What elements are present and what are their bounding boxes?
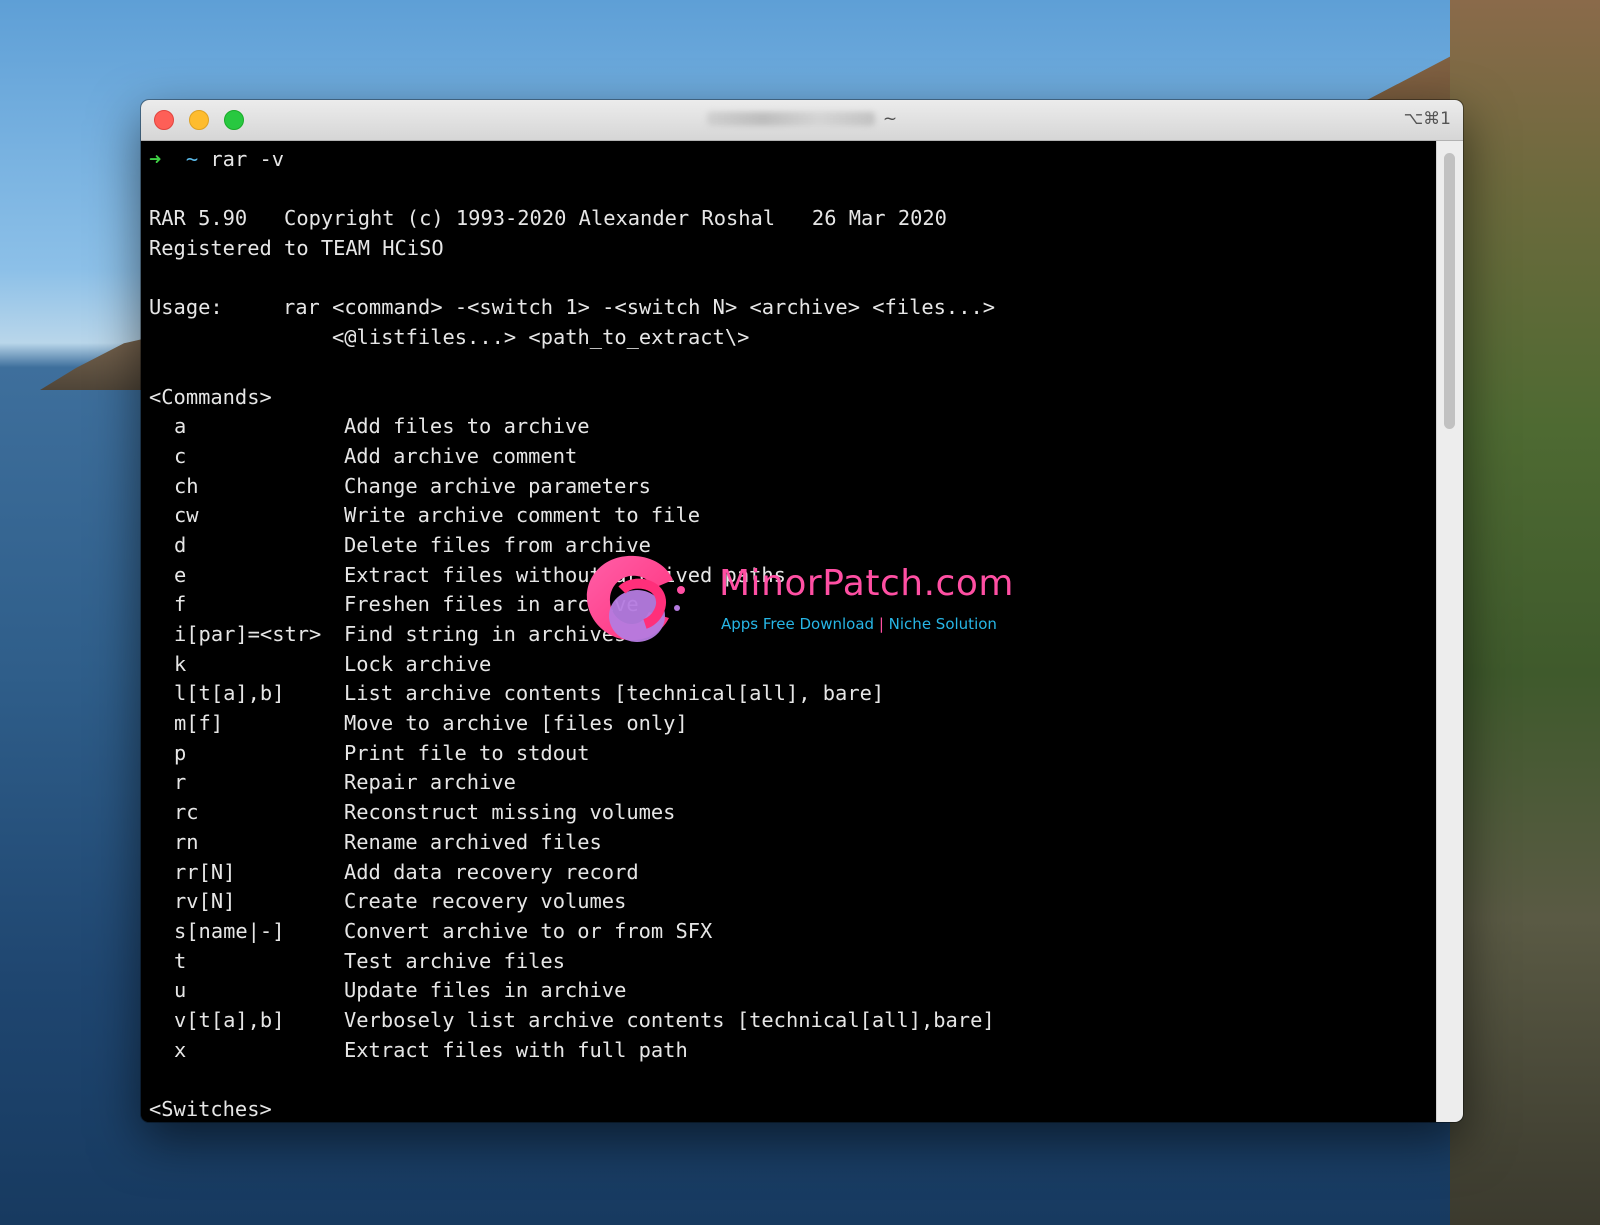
command-row: i[par]=<str> Find string in archives — [149, 620, 1437, 650]
command-row: u Update files in archive — [149, 976, 1437, 1006]
command-row: s[name|-] Convert archive to or from SFX — [149, 917, 1437, 947]
command-key: ch — [174, 473, 199, 498]
scrollbar-thumb[interactable] — [1444, 153, 1455, 429]
command-description: Add archive comment — [344, 443, 578, 468]
command-key: rn — [174, 829, 199, 854]
command-row: v[t[a],b] Verbosely list archive contents… — [149, 1006, 1437, 1036]
command-description: Delete files from archive — [344, 532, 651, 557]
command-row: p Print file to stdout — [149, 739, 1437, 769]
prompt-command: rar -v — [210, 147, 285, 171]
command-key: t — [174, 948, 187, 973]
usage-line: Usage: rar <command> -<switch 1> -<switch… — [149, 293, 1437, 323]
commands-heading: <Commands> — [149, 384, 272, 409]
command-key: rr[N] — [174, 859, 236, 884]
command-row: m[f] Move to archive [files only] — [149, 709, 1437, 739]
command-key: s[name|-] — [174, 918, 285, 943]
command-row: rn Rename archived files — [149, 828, 1437, 858]
command-key: x — [174, 1037, 187, 1062]
command-key: d — [174, 532, 187, 557]
commands-list: a Add files to archive c Add archive commen… — [149, 412, 1437, 1065]
usage-label: Usage: — [149, 295, 223, 320]
version-line: RAR 5.90 Copyright (c) 1993-2020 Alexand… — [149, 206, 947, 231]
command-row: d Delete files from archive — [149, 531, 1437, 561]
command-row: c Add archive comment — [149, 442, 1437, 472]
terminal-window: ~ ⌥⌘1 ➜ ~ rar -v RAR 5.90 Copyright (c) … — [141, 100, 1463, 1122]
command-row: k Lock archive — [149, 650, 1437, 680]
command-row: a Add files to archive — [149, 412, 1437, 442]
command-description: Add data recovery record — [344, 859, 639, 884]
command-key: u — [174, 978, 187, 1003]
command-description: Change archive parameters — [344, 473, 651, 498]
command-description: Add files to archive — [344, 414, 590, 439]
prompt-arrow-icon: ➜ — [149, 147, 162, 171]
usage-syntax: rar <command> -<switch 1> -<switch N> <a… — [283, 295, 996, 320]
command-key: v[t[a],b] — [174, 1007, 285, 1032]
command-key: cw — [174, 503, 199, 528]
command-row: r Repair archive — [149, 768, 1437, 798]
command-key: f — [174, 592, 187, 617]
registration-line: Registered to TEAM HCiSO — [149, 236, 444, 261]
command-key: m[f] — [174, 711, 224, 736]
command-row: x Extract files with full path — [149, 1036, 1437, 1066]
command-description: Lock archive — [344, 651, 492, 676]
command-row: rc Reconstruct missing volumes — [149, 798, 1437, 828]
background-cliff — [1450, 0, 1600, 1225]
command-row: e Extract files without archived paths — [149, 561, 1437, 591]
command-row: f Freshen files in archive — [149, 590, 1437, 620]
command-key: p — [174, 740, 187, 765]
redacted-hostname — [706, 112, 875, 126]
command-description: Extract files without archived paths — [344, 562, 786, 587]
usage-syntax-2: <@listfiles...> <path_to_extract\> — [332, 325, 750, 350]
command-description: Extract files with full path — [344, 1037, 688, 1062]
terminal-output[interactable]: ➜ ~ rar -v RAR 5.90 Copyright (c) 1993-2… — [141, 141, 1437, 1122]
usage-line-2: <@listfiles...> <path_to_extract\> — [149, 323, 1437, 353]
command-key: e — [174, 562, 187, 587]
window-title: ~ — [141, 109, 1463, 129]
switches-heading: <Switches> — [149, 1097, 272, 1121]
command-description: Reconstruct missing volumes — [344, 800, 676, 825]
command-description: Convert archive to or from SFX — [344, 918, 713, 943]
command-key: r — [174, 770, 187, 795]
vertical-scrollbar[interactable] — [1436, 141, 1463, 1122]
prompt-cwd: ~ — [185, 147, 199, 171]
command-key: l[t[a],b] — [174, 681, 285, 706]
command-row: l[t[a],b] List archive contents [technica… — [149, 679, 1437, 709]
window-shortcut: ⌥⌘1 — [1403, 109, 1451, 129]
command-key: a — [174, 414, 187, 439]
command-description: Test archive files — [344, 948, 565, 973]
command-description: Freshen files in archive — [344, 592, 639, 617]
command-description: List archive contents [technical[all], b… — [344, 681, 885, 706]
command-row: rr[N] Add data recovery record — [149, 858, 1437, 888]
window-title-path: ~ — [882, 109, 898, 129]
command-row: ch Change archive parameters — [149, 472, 1437, 502]
command-key: c — [174, 443, 187, 468]
command-description: Repair archive — [344, 770, 516, 795]
command-key: k — [174, 651, 187, 676]
prompt-line: ➜ ~ rar -v — [149, 145, 1437, 175]
command-description: Update files in archive — [344, 978, 627, 1003]
command-description: Move to archive [files only] — [344, 711, 688, 736]
title-bar[interactable]: ~ ⌥⌘1 — [141, 100, 1463, 141]
command-row: cw Write archive comment to file — [149, 501, 1437, 531]
command-row: rv[N] Create recovery volumes — [149, 887, 1437, 917]
command-description: Verbosely list archive contents [technic… — [344, 1007, 995, 1032]
command-key: rc — [174, 800, 199, 825]
command-description: Print file to stdout — [344, 740, 590, 765]
command-description: Rename archived files — [344, 829, 602, 854]
command-key: i[par]=<str> — [174, 622, 322, 646]
command-key: rv[N] — [174, 889, 236, 914]
command-row: t Test archive files — [149, 947, 1437, 977]
command-description: Find string in archives — [344, 622, 627, 646]
command-description: Write archive comment to file — [344, 503, 701, 528]
command-description: Create recovery volumes — [344, 889, 627, 914]
